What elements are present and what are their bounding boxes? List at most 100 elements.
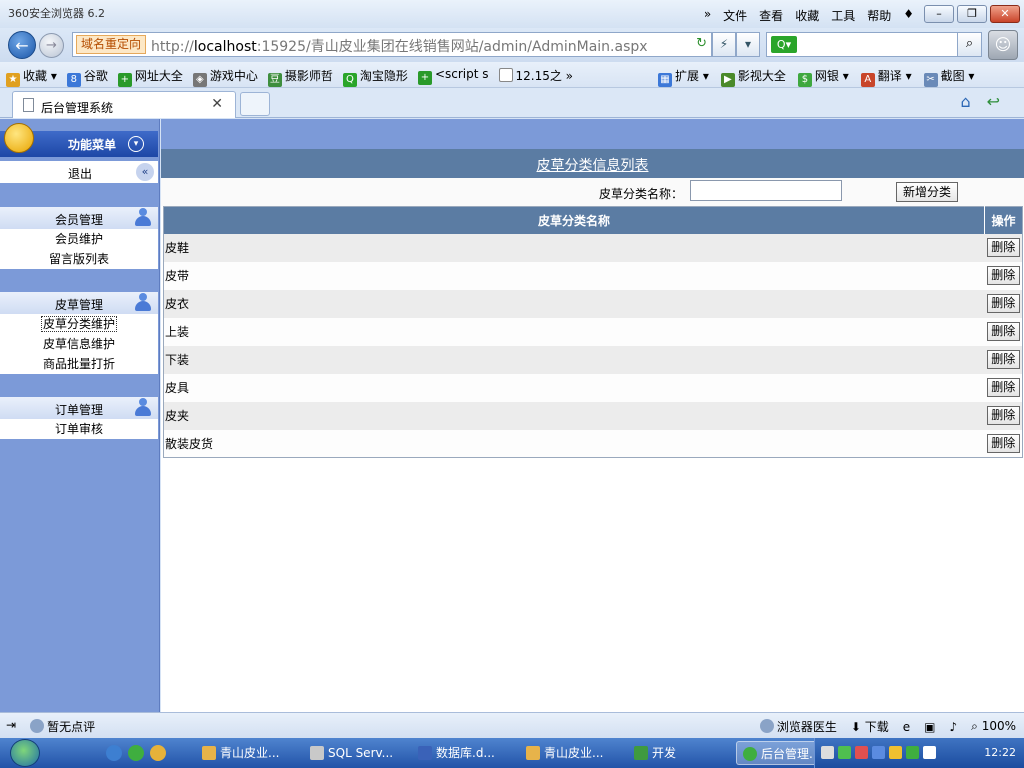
folder-icon — [202, 746, 216, 760]
volume-tray-icon[interactable] — [923, 746, 936, 759]
back-button[interactable]: ← — [8, 31, 36, 59]
url-field[interactable]: 域名重定向 http://localhost:15925/青山皮业集团在线销售网… — [72, 32, 712, 57]
sidebar-item-batch-discount[interactable]: 商品批量打折 — [0, 354, 158, 374]
minimize-button[interactable]: – — [924, 5, 954, 23]
add-category-button[interactable]: 新增分类 — [896, 182, 958, 202]
menu-chevron-icon[interactable]: » — [704, 7, 711, 24]
delete-button[interactable]: 删除 — [986, 266, 1020, 285]
refresh-icon[interactable]: ↻ — [696, 36, 707, 51]
undo-arrow-icon[interactable]: ↩ — [987, 92, 1000, 111]
category-name-input[interactable] — [690, 180, 842, 201]
user-avatar[interactable]: ☺ — [988, 30, 1018, 60]
group-header[interactable]: 皮草管理 — [0, 292, 158, 314]
task-folder-1[interactable]: 青山皮业... — [196, 741, 300, 765]
shirt-icon[interactable]: ♦ — [903, 7, 914, 24]
fav-item-1215[interactable]: 12.15之 » — [498, 67, 573, 87]
fav-item-script[interactable]: + <script s — [417, 67, 489, 87]
chevron-down-icon[interactable]: ▾ — [128, 136, 144, 152]
volume-icon[interactable]: ♪ — [949, 720, 957, 734]
search-icon[interactable]: ⌕ — [957, 33, 981, 56]
fav-item-games[interactable]: ◈ 游戏中心 — [192, 67, 258, 87]
close-window-button[interactable]: ✕ — [990, 5, 1020, 23]
logout-link[interactable]: 退出 — [68, 165, 92, 182]
menu-tools[interactable]: 工具 — [831, 7, 855, 24]
person-icon — [134, 293, 152, 313]
table-row: 散装皮货 删除 — [163, 429, 1023, 458]
antivirus-icon[interactable] — [906, 746, 919, 759]
task-develop[interactable]: 开发 — [628, 741, 732, 765]
window-icon[interactable]: ▣ — [924, 720, 935, 734]
fav-item-photographer[interactable]: 豆摄影师哲 — [267, 67, 333, 87]
browser-doctor-button[interactable]: 浏览器医生 — [759, 718, 837, 735]
fav-item-taobao[interactable]: Q 淘宝隐形 — [342, 67, 408, 87]
task-sql-server[interactable]: SQL Serv... — [304, 741, 408, 765]
clock[interactable]: 12:22 — [984, 746, 1016, 759]
delete-button[interactable]: 删除 — [986, 350, 1020, 369]
delete-button[interactable]: 删除 — [986, 406, 1020, 425]
sidebar-item-order-review[interactable]: 订单审核 — [0, 419, 158, 439]
keyboard-icon[interactable] — [821, 746, 834, 759]
dropdown-chevron-icon[interactable]: ▾ — [736, 32, 760, 57]
action-cell: 删除 — [984, 317, 1023, 346]
sidebar-item-message-board[interactable]: 留言版列表 — [0, 249, 158, 269]
close-tab-icon[interactable]: ✕ — [211, 96, 223, 112]
extensions-button[interactable]: ▦ 扩展 ▾ — [658, 67, 709, 87]
action-cell: 删除 — [984, 429, 1023, 458]
security-icon[interactable] — [855, 746, 868, 759]
sidebar-header-label: 功能菜单 — [68, 138, 117, 152]
shield-icon[interactable] — [889, 746, 902, 759]
delete-button[interactable]: 删除 — [986, 294, 1020, 313]
compat-mode-icon[interactable]: ⚡ — [712, 32, 736, 57]
ie-icon[interactable] — [106, 745, 122, 761]
delete-button[interactable]: 删除 — [986, 378, 1020, 397]
search-engine-icon[interactable]: Q▾ — [771, 36, 797, 53]
delete-button[interactable]: 删除 — [986, 433, 1020, 453]
tab-label: 后台管理系统 — [41, 101, 114, 115]
sidebar-toggle-icon[interactable]: ⇥ — [6, 718, 16, 735]
new-tab-button[interactable] — [240, 92, 270, 116]
review-status[interactable]: 暂无点评 — [30, 718, 95, 735]
screenshot-button[interactable]: ✂ 截图 ▾ — [923, 67, 974, 87]
menu-group-members: 会员管理 会员维护 留言版列表 — [0, 207, 158, 269]
sidebar-item-fur-info[interactable]: 皮草信息维护 — [0, 334, 158, 354]
signal-icon[interactable] — [872, 746, 885, 759]
menu-help[interactable]: 帮助 — [867, 7, 891, 24]
redirect-tag[interactable]: 域名重定向 — [76, 35, 147, 54]
forward-button[interactable]: → — [39, 33, 64, 58]
maximize-button[interactable]: ❐ — [957, 5, 987, 23]
menu-view[interactable]: 查看 — [759, 7, 783, 24]
column-header-category-name: 皮草分类名称 — [163, 206, 985, 234]
table-row: 皮带 删除 — [163, 261, 1023, 290]
bank-button[interactable]: $ 网银 ▾ — [797, 67, 849, 87]
ie-mode-icon[interactable]: e — [903, 720, 910, 734]
task-folder-2[interactable]: 青山皮业... — [520, 741, 624, 765]
fav-item-favorites[interactable]: ★ 收藏 ▾ — [6, 67, 57, 87]
sidebar-item-member-maintenance[interactable]: 会员维护 — [0, 229, 158, 249]
start-button[interactable] — [10, 739, 40, 767]
video-button[interactable]: ▶ 影视大全 — [720, 67, 786, 87]
zoom-control[interactable]: ⌕ 100% — [971, 719, 1016, 734]
network-icon[interactable] — [838, 746, 851, 759]
fav-item-google[interactable]: 8 谷歌 — [66, 67, 108, 87]
delete-button[interactable]: 删除 — [986, 238, 1020, 257]
qq-icon[interactable] — [150, 745, 166, 761]
menu-favorites[interactable]: 收藏 — [795, 7, 819, 24]
group-header[interactable]: 会员管理 — [0, 207, 158, 229]
search-field[interactable]: Q▾ ⌕ — [766, 32, 982, 57]
translate-button[interactable]: A 翻译 ▾ — [860, 67, 912, 87]
delete-button[interactable]: 删除 — [986, 322, 1020, 341]
360-icon[interactable] — [128, 745, 144, 761]
home-icon[interactable]: ⌂ — [960, 92, 970, 111]
sidebar: 功能菜单 ▾ 退出 « 会员管理 会员维护 留言版列表 皮草管理 皮草分类维护 … — [0, 119, 160, 712]
sidebar-item-fur-category[interactable]: 皮草分类维护 — [0, 314, 158, 334]
group-header[interactable]: 订单管理 — [0, 397, 158, 419]
download-button[interactable]: ⬇ 下载 — [851, 718, 889, 735]
browser-titlebar: 360安全浏览器 6.2 » 文件 查看 收藏 工具 帮助 ♦ – ❐ ✕ — [0, 0, 1024, 28]
task-database-doc[interactable]: 数据库.d... — [412, 741, 516, 765]
fav-item-site-nav[interactable]: + 网址大全 — [117, 67, 183, 87]
menu-file[interactable]: 文件 — [723, 7, 747, 24]
collapse-sidebar-icon[interactable]: « — [136, 163, 154, 181]
page-title[interactable]: 皮草分类信息列表 — [537, 155, 649, 175]
tab-admin-system[interactable]: 后台管理系统 ✕ — [12, 91, 236, 118]
url-text[interactable]: http://localhost:15925/青山皮业集团在线销售网站/admi… — [151, 36, 648, 56]
